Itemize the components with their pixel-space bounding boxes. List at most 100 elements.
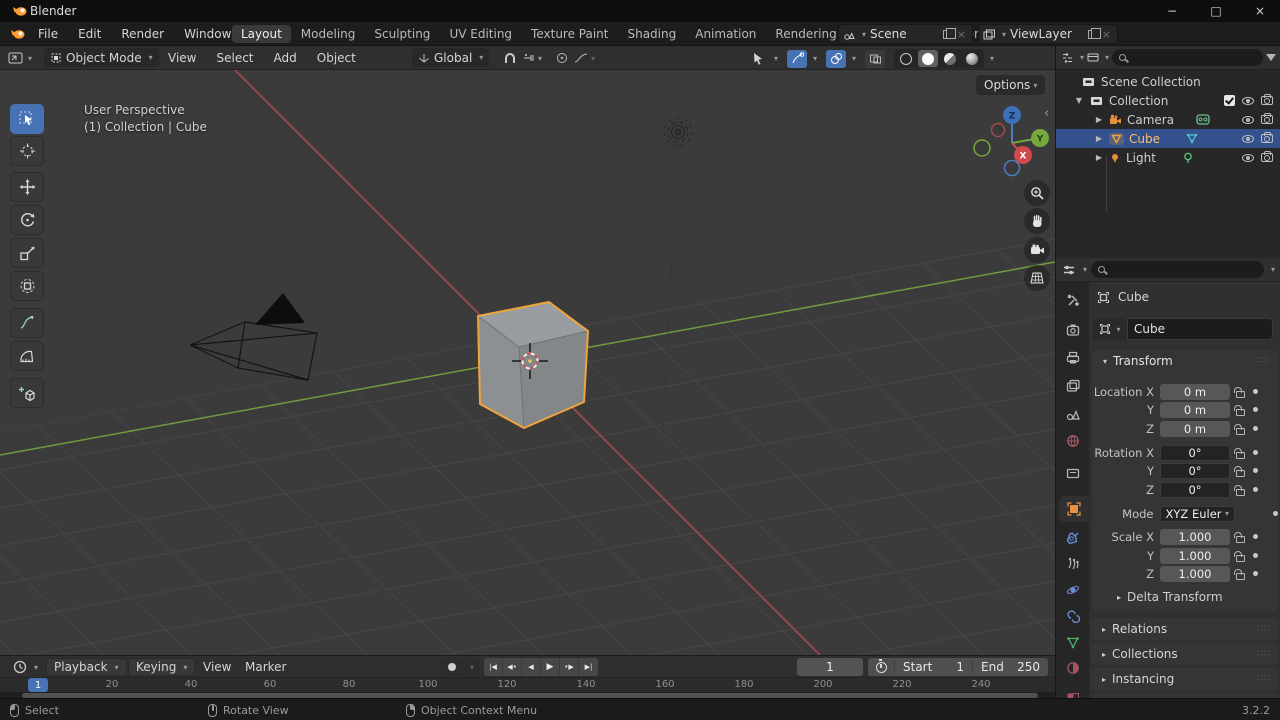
light-data-icon[interactable]: [1182, 152, 1194, 164]
cube-hide-icon[interactable]: [1242, 134, 1254, 143]
instancing-panel-header[interactable]: ▸ Instancing ∷∷: [1091, 668, 1279, 690]
lock-icon[interactable]: [1234, 386, 1245, 398]
visibility-caret-icon[interactable]: ▾: [774, 54, 778, 63]
camera-view-button[interactable]: [1024, 237, 1050, 263]
auto-keying-dropdown[interactable]: ▾: [465, 658, 479, 676]
tab-world[interactable]: [1056, 428, 1089, 454]
relations-panel-header[interactable]: ▸ Relations ∷∷: [1091, 618, 1279, 640]
collection-expand-icon[interactable]: ▼: [1074, 96, 1084, 105]
tab-modifiers[interactable]: [1056, 525, 1089, 551]
zoom-view-button[interactable]: [1024, 180, 1050, 206]
close-button[interactable]: ×: [1243, 0, 1277, 22]
properties-search[interactable]: [1091, 261, 1264, 278]
menu-view[interactable]: View: [158, 46, 206, 70]
tool-annotate-button[interactable]: [10, 308, 44, 338]
snap-toggle-button[interactable]: [500, 49, 520, 67]
outliner-search[interactable]: [1112, 49, 1263, 66]
workspace-tab-modeling[interactable]: Modeling: [292, 25, 365, 43]
end-frame-field[interactable]: End 250: [972, 660, 1048, 674]
snap-mode-dropdown[interactable]: ▾: [522, 49, 542, 67]
workspace-tab-sculpting[interactable]: Sculpting: [365, 25, 439, 43]
tab-view-layer[interactable]: [1056, 373, 1089, 399]
outliner-editor-icon[interactable]: [1061, 52, 1074, 64]
proportional-edit-button[interactable]: [552, 49, 572, 67]
animate-dot-icon[interactable]: [1253, 468, 1258, 473]
view-layer-name[interactable]: ViewLayer: [1010, 27, 1080, 41]
gizmo-minus-y-ball[interactable]: [973, 139, 991, 157]
light-expand-icon[interactable]: ▶: [1094, 153, 1104, 162]
outliner-editor-caret-icon[interactable]: ▾: [1080, 53, 1084, 62]
light-hide-icon[interactable]: [1242, 153, 1254, 162]
view-layer-selector[interactable]: ▾ ViewLayer ×: [978, 24, 1118, 44]
outliner-row-camera[interactable]: ▶ Camera: [1056, 110, 1280, 129]
workspace-tab-texture-paint[interactable]: Texture Paint: [522, 25, 617, 43]
shading-wireframe-button[interactable]: [896, 50, 916, 67]
rotation-x-field[interactable]: 0°: [1160, 444, 1230, 461]
collection-render-icon[interactable]: [1261, 94, 1273, 105]
lock-icon[interactable]: [1234, 484, 1245, 496]
outliner-row-collection[interactable]: ▼ Collection: [1056, 91, 1280, 110]
scale-x-field[interactable]: 1.000: [1160, 528, 1230, 545]
marker-menu[interactable]: Marker: [238, 658, 293, 676]
light-object[interactable]: [662, 117, 693, 427]
jump-to-end-button[interactable]: ▶|: [579, 658, 598, 676]
collections-panel-header[interactable]: ▸ Collections ∷∷: [1091, 643, 1279, 665]
menu-select[interactable]: Select: [206, 46, 263, 70]
object-name-input[interactable]: [1127, 318, 1273, 340]
animate-dot-icon[interactable]: [1253, 571, 1258, 576]
navigation-gizmo[interactable]: Z Y X: [962, 98, 1055, 190]
animate-dot-icon[interactable]: [1273, 511, 1278, 516]
animate-dot-icon[interactable]: [1253, 389, 1258, 394]
camera-expand-icon[interactable]: ▶: [1094, 115, 1104, 124]
timeline-editor-selector[interactable]: ▾: [6, 658, 45, 676]
cube-expand-icon[interactable]: ▶: [1094, 134, 1104, 143]
location-z-field[interactable]: 0 m: [1160, 420, 1230, 437]
next-keyframe-button[interactable]: •▶: [560, 658, 579, 676]
timeline-ruler[interactable]: 20 40 60 80 100 120 140 160 180 200 220 …: [0, 678, 1055, 692]
display-mode-caret-icon[interactable]: ▾: [1105, 53, 1109, 62]
scale-y-field[interactable]: 1.000: [1160, 547, 1230, 564]
jump-to-start-button[interactable]: |◀: [484, 658, 503, 676]
menu-add[interactable]: Add: [264, 46, 307, 70]
animate-dot-icon[interactable]: [1253, 407, 1258, 412]
object-id-dropdown[interactable]: ▾: [1093, 318, 1127, 340]
lock-icon[interactable]: [1234, 531, 1245, 543]
outliner-row-cube[interactable]: ▶ Cube: [1056, 129, 1280, 148]
toggle-ortho-button[interactable]: [1024, 265, 1050, 291]
tab-object[interactable]: [1059, 496, 1089, 522]
tool-transform-button[interactable]: [10, 271, 44, 301]
animate-dot-icon[interactable]: [1253, 553, 1258, 558]
xray-toggle-button[interactable]: [865, 49, 886, 68]
collection-hide-icon[interactable]: [1242, 96, 1254, 105]
camera-render-icon[interactable]: [1261, 113, 1273, 124]
play-button[interactable]: ▶: [541, 658, 560, 676]
tab-collection[interactable]: [1056, 460, 1089, 486]
tab-material[interactable]: [1056, 655, 1089, 681]
shading-rendered-button[interactable]: [962, 50, 982, 67]
transform-grip-icon[interactable]: ∷∷: [1257, 356, 1270, 366]
transform-panel-header[interactable]: ▾ Transform ∷∷: [1092, 350, 1278, 372]
properties-editor-caret-icon[interactable]: ▾: [1083, 265, 1087, 274]
workspace-tab-rendering[interactable]: Rendering: [766, 25, 845, 43]
editor-type-selector[interactable]: ▾: [8, 48, 32, 68]
cube-render-icon[interactable]: [1261, 132, 1273, 143]
workspace-tab-animation[interactable]: Animation: [686, 25, 765, 43]
lock-icon[interactable]: [1234, 404, 1245, 416]
new-view-layer-icon[interactable]: [1087, 27, 1101, 39]
show-gizmo-visibility-button[interactable]: [748, 50, 768, 68]
tool-scale-button[interactable]: [10, 238, 44, 268]
lock-icon[interactable]: [1234, 447, 1245, 459]
gizmos-caret-icon[interactable]: ▾: [813, 54, 817, 63]
viewport-canvas[interactable]: User Perspective (1) Collection | Cube O…: [0, 70, 1055, 655]
shading-solid-button[interactable]: [918, 50, 939, 67]
animate-dot-icon[interactable]: [1253, 450, 1258, 455]
gizmos-toggle-button[interactable]: [787, 49, 808, 68]
auto-keying-record-button[interactable]: [440, 658, 464, 676]
breadcrumb-object-name[interactable]: Cube: [1118, 290, 1149, 304]
keying-menu[interactable]: Keying ▾: [128, 658, 196, 676]
scene-selector[interactable]: ▾ Scene ×: [838, 24, 973, 44]
tab-particles[interactable]: [1056, 551, 1089, 577]
start-frame-field[interactable]: Start 1: [894, 660, 972, 674]
mesh-data-icon[interactable]: [1186, 133, 1198, 144]
animate-dot-icon[interactable]: [1253, 487, 1258, 492]
